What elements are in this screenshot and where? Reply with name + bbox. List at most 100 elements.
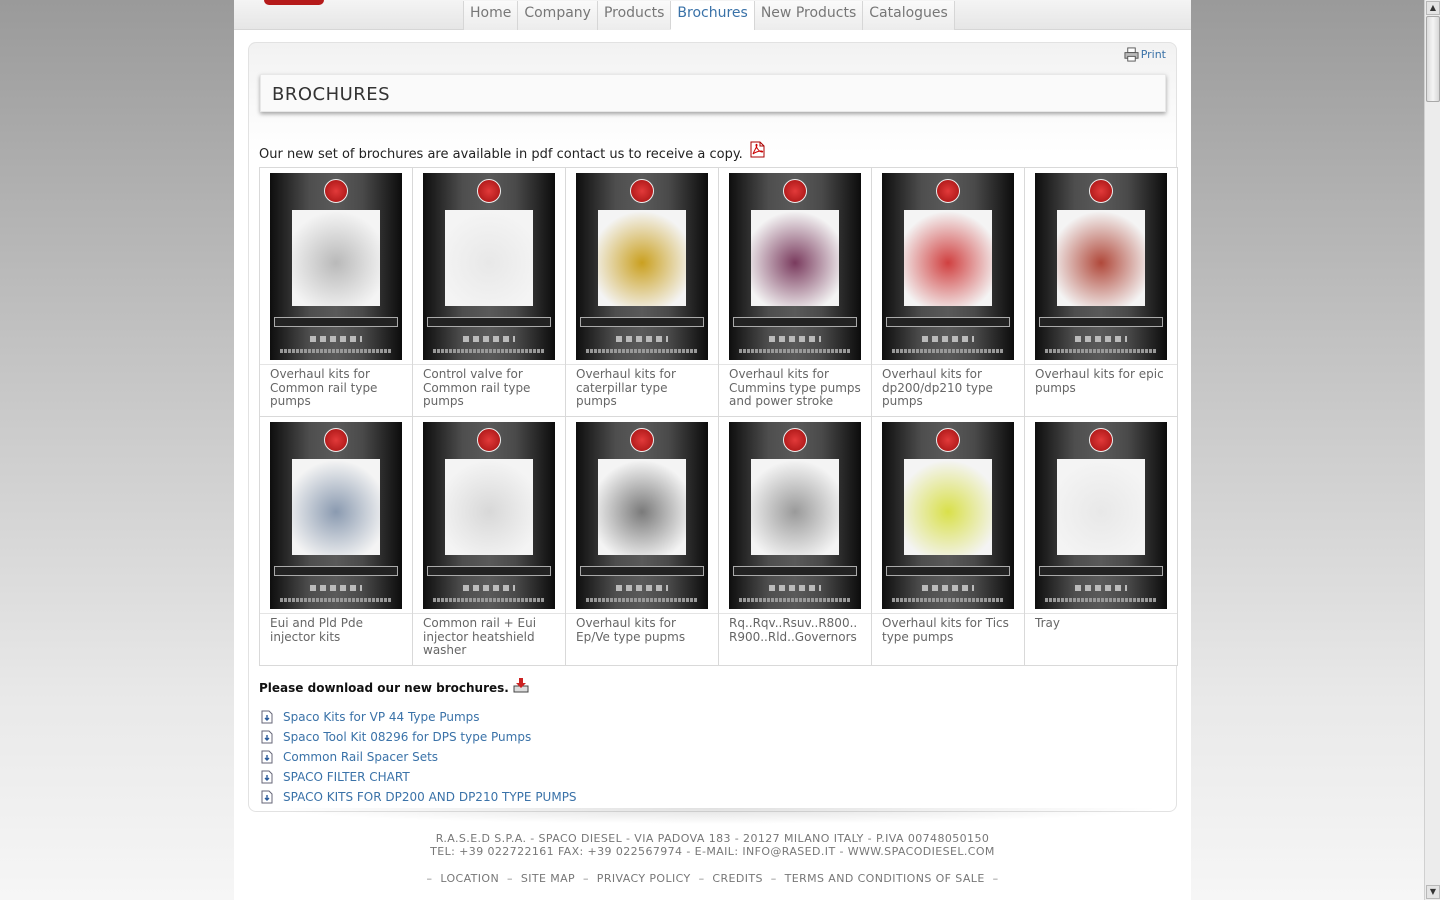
product-photo bbox=[292, 459, 380, 555]
spaco-logo-icon bbox=[477, 179, 501, 203]
brochure-card[interactable]: Overhaul kits for Tics type pumps bbox=[872, 417, 1025, 666]
brochure-card[interactable]: Overhaul kits for Common rail type pumps bbox=[260, 168, 413, 417]
download-link[interactable]: Spaco Kits for VP 44 Type Pumps bbox=[260, 707, 577, 727]
footer-link-terms[interactable]: TERMS AND CONDITIONS OF SALE bbox=[785, 872, 985, 885]
scroll-down-arrow-icon[interactable]: ▼ bbox=[1426, 885, 1440, 899]
brochure-card[interactable]: Eui and Pld Pde injector kits bbox=[260, 417, 413, 666]
pdf-icon[interactable] bbox=[749, 141, 765, 158]
brochure-card[interactable]: Overhaul kits for epic pumps bbox=[1025, 168, 1178, 417]
print-link[interactable]: Print bbox=[1124, 47, 1166, 62]
footer-separator: – bbox=[770, 872, 777, 885]
cover-title-strip bbox=[733, 317, 857, 327]
download-link-label[interactable]: Spaco Kits for VP 44 Type Pumps bbox=[283, 710, 480, 724]
nav-home[interactable]: Home bbox=[463, 1, 518, 30]
cover-logos bbox=[616, 336, 668, 342]
footer-link-privacy-policy[interactable]: PRIVACY POLICY bbox=[597, 872, 691, 885]
brochure-cover-image[interactable] bbox=[1035, 173, 1167, 360]
brochure-card[interactable]: Overhaul kits for Cummins type pumps and… bbox=[719, 168, 872, 417]
download-link-label[interactable]: SPACO KITS FOR DP200 AND DP210 TYPE PUMP… bbox=[283, 790, 577, 804]
brochure-caption: Overhaul kits for dp200/dp210 type pumps bbox=[882, 367, 993, 408]
spaco-logo-icon bbox=[783, 179, 807, 203]
nav-products[interactable]: Products bbox=[596, 1, 671, 30]
cover-title-strip bbox=[580, 317, 704, 327]
vertical-scrollbar[interactable]: ▲ ▼ bbox=[1424, 0, 1440, 900]
downloads-heading: Please download our new brochures. bbox=[259, 677, 529, 695]
brochure-cover-image[interactable] bbox=[423, 173, 555, 360]
cover-logos bbox=[1075, 336, 1127, 342]
brochure-cover-image[interactable] bbox=[270, 173, 402, 360]
download-link-label[interactable]: Common Rail Spacer Sets bbox=[283, 750, 438, 764]
downloads-heading-text: Please download our new brochures. bbox=[259, 681, 509, 695]
brochure-cover-image[interactable] bbox=[729, 422, 861, 609]
brochure-cover-image[interactable] bbox=[729, 173, 861, 360]
download-link-label[interactable]: Spaco Tool Kit 08296 for DPS type Pumps bbox=[283, 730, 531, 744]
download-link[interactable]: Spaco Tool Kit 08296 for DPS type Pumps bbox=[260, 727, 577, 747]
spaco-logo-icon bbox=[1089, 179, 1113, 203]
footer-separator: – bbox=[992, 872, 999, 885]
product-photo bbox=[1057, 210, 1145, 306]
nav-new-products[interactable]: New Products bbox=[753, 1, 863, 30]
footer-separator: – bbox=[698, 872, 705, 885]
product-photo bbox=[598, 210, 686, 306]
brochure-card[interactable]: Overhaul kits for dp200/dp210 type pumps bbox=[872, 168, 1025, 417]
brochure-card[interactable]: Common rail + Eui injector heatshield wa… bbox=[413, 417, 566, 666]
brochure-card[interactable]: Overhaul kits for caterpillar type pumps bbox=[566, 168, 719, 417]
file-download-icon bbox=[261, 790, 273, 804]
brochure-cover-image[interactable] bbox=[882, 422, 1014, 609]
cover-logos bbox=[616, 585, 668, 591]
cover-logos bbox=[310, 336, 362, 342]
product-photo bbox=[445, 210, 533, 306]
brochure-caption: Tray bbox=[1035, 616, 1060, 630]
brochure-caption: Overhaul kits for Common rail type pumps bbox=[270, 367, 378, 408]
caption-divider bbox=[566, 364, 718, 365]
footer-separator: – bbox=[507, 872, 513, 885]
download-link[interactable]: SPACO FILTER CHART bbox=[260, 767, 577, 787]
spaco-logo-icon bbox=[936, 428, 960, 452]
brochure-cover-image[interactable] bbox=[576, 422, 708, 609]
cover-fine-print bbox=[739, 598, 851, 602]
cover-title-strip bbox=[1039, 317, 1163, 327]
brochure-cover-image[interactable] bbox=[1035, 422, 1167, 609]
nav-catalogues[interactable]: Catalogues bbox=[862, 1, 955, 30]
brochure-caption: Overhaul kits for Cummins type pumps and… bbox=[729, 367, 861, 408]
brochure-card[interactable]: Tray bbox=[1025, 417, 1178, 666]
printer-icon bbox=[1124, 47, 1139, 62]
brochure-cover-image[interactable] bbox=[423, 422, 555, 609]
page-title: BROCHURES bbox=[272, 84, 391, 105]
file-download-icon bbox=[261, 750, 273, 764]
spaco-logo-icon bbox=[1089, 428, 1113, 452]
file-download-icon bbox=[261, 730, 273, 744]
footer-link-credits[interactable]: CREDITS bbox=[712, 872, 763, 885]
footer-separator: – bbox=[582, 872, 589, 885]
nav-brochures[interactable]: Brochures bbox=[670, 1, 754, 30]
cover-fine-print bbox=[1045, 349, 1157, 353]
footer-link-location[interactable]: LOCATION bbox=[440, 872, 499, 885]
scroll-up-arrow-icon[interactable]: ▲ bbox=[1426, 1, 1440, 15]
download-link-label[interactable]: SPACO FILTER CHART bbox=[283, 770, 410, 784]
brochure-cover-image[interactable] bbox=[882, 173, 1014, 360]
spaco-logo-icon bbox=[630, 179, 654, 203]
top-navigation-bar: Home Company Products Brochures New Prod… bbox=[234, 0, 1191, 30]
download-link[interactable]: SPACO KITS FOR DP200 AND DP210 TYPE PUMP… bbox=[260, 787, 577, 807]
logo[interactable] bbox=[264, 0, 324, 5]
cover-fine-print bbox=[586, 598, 698, 602]
brochure-card[interactable]: Rq..Rqv..Rsuv..R800.. R900..Rld..Governo… bbox=[719, 417, 872, 666]
brochure-cover-image[interactable] bbox=[576, 173, 708, 360]
cover-logos bbox=[769, 336, 821, 342]
brochure-cover-image[interactable] bbox=[270, 422, 402, 609]
cover-fine-print bbox=[1045, 598, 1157, 602]
cover-title-strip bbox=[886, 317, 1010, 327]
product-photo bbox=[1057, 459, 1145, 555]
nav-company[interactable]: Company bbox=[517, 1, 597, 30]
caption-divider bbox=[1025, 613, 1177, 614]
scroll-thumb[interactable] bbox=[1426, 16, 1440, 102]
brochure-card[interactable]: Overhaul kits for Ep/Ve type pupms bbox=[566, 417, 719, 666]
file-download-icon bbox=[261, 770, 273, 784]
caption-divider bbox=[719, 613, 871, 614]
page-container: Home Company Products Brochures New Prod… bbox=[234, 0, 1191, 900]
footer-address: R.A.S.E.D S.P.A. - SPACO DIESEL - VIA PA… bbox=[435, 832, 990, 845]
cover-fine-print bbox=[739, 349, 851, 353]
brochure-card[interactable]: Control valve for Common rail type pumps bbox=[413, 168, 566, 417]
download-link[interactable]: Common Rail Spacer Sets bbox=[260, 747, 577, 767]
footer-link-site-map[interactable]: SITE MAP bbox=[521, 872, 575, 885]
